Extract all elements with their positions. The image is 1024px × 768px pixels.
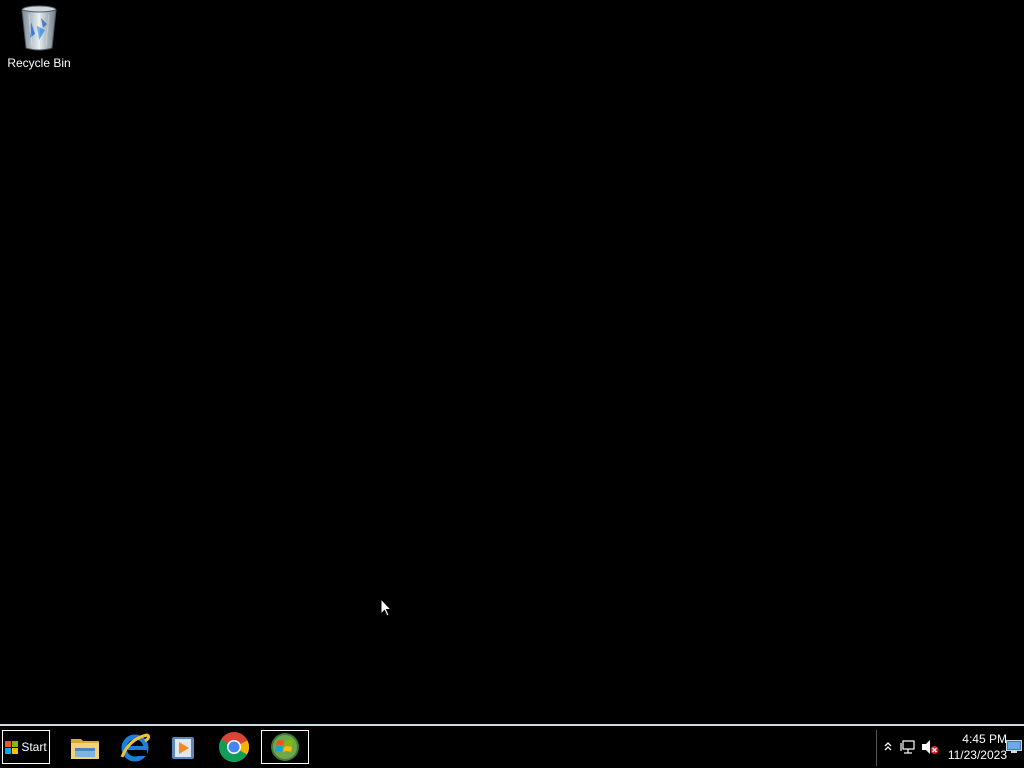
clock-date: 11/23/2023	[947, 748, 1007, 762]
show-desktop-icon[interactable]	[1006, 740, 1022, 754]
speaker-muted-icon	[922, 740, 939, 754]
internet-explorer-icon	[120, 733, 151, 762]
start-label: Start	[21, 740, 47, 754]
show-hidden-icons-chevron[interactable]	[879, 738, 897, 756]
taskbar: Start 4:45 PM 11/23/2023	[0, 724, 1024, 768]
recycle-bin-label: Recycle Bin	[7, 56, 71, 70]
desktop-icon-recycle-bin[interactable]: Recycle Bin	[2, 4, 76, 76]
start-button[interactable]: Start	[2, 730, 50, 764]
desktop[interactable]: Recycle Bin	[0, 0, 1024, 724]
volume-muted-icon[interactable]	[921, 738, 939, 756]
chrome-icon	[218, 732, 249, 763]
taskbar-google-chrome[interactable]	[211, 730, 257, 764]
taskbar-media-player[interactable]	[160, 730, 206, 764]
clock[interactable]: 4:45 PM 11/23/2023	[945, 731, 1007, 763]
taskbar-file-explorer[interactable]	[62, 730, 108, 764]
media-player-icon	[172, 737, 194, 759]
taskbar-windows-app[interactable]	[261, 730, 309, 764]
chevron-up-icon	[884, 742, 892, 751]
folder-icon	[71, 739, 99, 759]
mouse-cursor-icon	[380, 598, 392, 617]
windows-flag-icon	[5, 740, 19, 754]
system-tray: 4:45 PM 11/23/2023	[876, 730, 1024, 766]
taskbar-internet-explorer[interactable]	[112, 730, 158, 764]
recycle-bin-icon	[21, 5, 57, 51]
network-status-icon	[900, 740, 915, 754]
windows-logo-icon	[271, 733, 299, 761]
clock-time: 4:45 PM	[962, 732, 1007, 746]
network-icon[interactable]	[899, 738, 917, 756]
